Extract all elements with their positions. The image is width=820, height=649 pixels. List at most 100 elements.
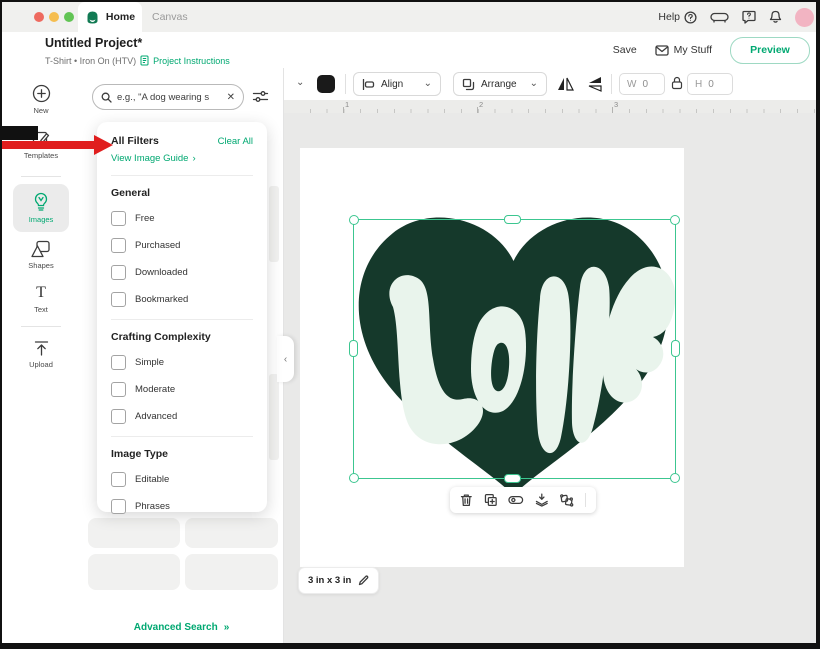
align-dropdown[interactable]: Align ⌄ (353, 72, 441, 96)
filter-option-label: Purchased (135, 240, 180, 251)
shapes-icon (31, 240, 51, 258)
filter-option-label: Phrases (135, 501, 170, 512)
filter-option-label: Advanced (135, 411, 177, 422)
panel-collapse-button[interactable]: ‹ (277, 336, 294, 382)
instructions-doc-icon (140, 55, 149, 66)
sidebar-item-new[interactable]: New (2, 84, 80, 115)
checkbox[interactable] (111, 472, 126, 487)
resize-handle-bottom-left[interactable] (349, 473, 359, 483)
filter-option-moderate[interactable]: Moderate (111, 382, 253, 397)
image-search-input[interactable]: e.g., "A dog wearing s ✕ (92, 84, 244, 110)
checkbox[interactable] (111, 238, 126, 253)
filter-option-label: Free (135, 213, 155, 224)
view-image-guide-link[interactable]: View Image Guide › (111, 153, 253, 164)
sidebar-item-images[interactable]: Images (13, 184, 69, 232)
resize-handle-bottom-right[interactable] (670, 473, 680, 483)
flip-vertical-icon[interactable] (587, 76, 604, 92)
resize-handle-middle-right[interactable] (671, 340, 680, 357)
delete-trash-icon[interactable] (460, 493, 473, 507)
checkbox[interactable] (111, 382, 126, 397)
sidebar-item-label: Text (34, 305, 48, 314)
checkbox[interactable] (111, 265, 126, 280)
envelope-icon (655, 45, 669, 56)
checkbox[interactable] (111, 499, 126, 514)
duplicate-icon[interactable] (484, 493, 498, 507)
flatten-icon[interactable] (535, 493, 549, 507)
selection-toolbar (450, 487, 596, 513)
filter-option-bookmarked[interactable]: Bookmarked (111, 292, 253, 307)
my-stuff-button[interactable]: My Stuff (655, 44, 712, 56)
sidebar-item-label: Upload (29, 360, 53, 369)
sidebar-item-upload[interactable]: Upload (2, 340, 80, 369)
filter-option-phrases[interactable]: Phrases (111, 499, 253, 514)
lock-icon[interactable] (671, 76, 683, 90)
image-placeholder-tile (185, 554, 278, 590)
edit-toolbar: ⌄ Align ⌄ Arrange ⌄ W 0 H 0 (283, 68, 816, 101)
resize-handle-middle-left[interactable] (349, 340, 358, 357)
sidebar-item-shapes[interactable]: Shapes (2, 240, 80, 270)
design-canvas[interactable]: 3 in x 3 in (283, 113, 816, 643)
clear-all-link[interactable]: Clear All (218, 136, 253, 147)
filter-option-editable[interactable]: Editable (111, 472, 253, 487)
advanced-search-link[interactable]: Advanced Search » (80, 611, 283, 643)
checkbox[interactable] (111, 211, 126, 226)
machine-icon[interactable] (710, 11, 729, 24)
chevron-down-icon[interactable]: ⌄ (296, 78, 304, 88)
filter-option-label: Downloaded (135, 267, 188, 278)
checkbox[interactable] (111, 355, 126, 370)
sidebar-item-text[interactable]: T Text (2, 284, 80, 314)
filter-option-downloaded[interactable]: Downloaded (111, 265, 253, 280)
my-stuff-label: My Stuff (674, 44, 712, 56)
size-badge[interactable]: 3 in x 3 in (298, 567, 379, 594)
hide-icon[interactable] (508, 495, 524, 505)
search-icon (101, 92, 112, 103)
filter-option-simple[interactable]: Simple (111, 355, 253, 370)
new-plus-icon (32, 84, 51, 103)
clear-search-icon[interactable]: ✕ (227, 92, 235, 103)
minimize-window-button[interactable] (49, 12, 59, 22)
filter-option-purchased[interactable]: Purchased (111, 238, 253, 253)
filter-option-label: Bookmarked (135, 294, 188, 305)
checkbox[interactable] (111, 292, 126, 307)
filter-option-advanced[interactable]: Advanced (111, 409, 253, 424)
flip-horizontal-icon[interactable] (557, 76, 574, 92)
text-tool-icon: T (36, 284, 46, 302)
search-placeholder: e.g., "A dog wearing s (117, 92, 222, 103)
tab-canvas-label: Canvas (152, 11, 188, 23)
checkbox[interactable] (111, 409, 126, 424)
images-lightbulb-icon (33, 192, 49, 212)
chevron-right-icon: › (192, 153, 195, 164)
close-window-button[interactable] (34, 12, 44, 22)
notifications-bell-icon[interactable] (769, 10, 782, 24)
help-menu[interactable]: Help (658, 11, 697, 24)
height-label: H (695, 79, 702, 90)
width-input[interactable]: W 0 (619, 73, 665, 95)
project-type-label: T-Shirt • Iron On (HTV) (45, 56, 136, 66)
maximize-window-button[interactable] (64, 12, 74, 22)
project-header: Untitled Project* T-Shirt • Iron On (HTV… (2, 32, 816, 68)
resize-handle-top-center[interactable] (504, 215, 521, 224)
project-instructions-link[interactable]: Project Instructions (153, 56, 230, 66)
color-swatch[interactable] (317, 75, 335, 93)
save-button[interactable]: Save (613, 44, 637, 56)
weld-icon[interactable] (559, 493, 574, 507)
resize-handle-top-left[interactable] (349, 215, 359, 225)
selection-bounding-box[interactable] (353, 219, 676, 479)
arrange-dropdown[interactable]: Arrange ⌄ (453, 72, 547, 96)
question-bubble-icon[interactable] (742, 10, 756, 24)
tab-home[interactable]: Home (78, 2, 142, 32)
sidebar-item-label: New (33, 106, 48, 115)
upload-icon (33, 340, 50, 357)
filter-option-free[interactable]: Free (111, 211, 253, 226)
user-avatar[interactable] (795, 8, 814, 27)
tab-canvas[interactable]: Canvas (152, 2, 188, 32)
height-input[interactable]: H 0 (687, 73, 733, 95)
width-value: 0 (642, 79, 648, 90)
align-icon (362, 79, 375, 90)
preview-button[interactable]: Preview (730, 37, 810, 64)
resize-handle-top-right[interactable] (670, 215, 680, 225)
size-badge-label: 3 in x 3 in (308, 575, 351, 586)
help-label: Help (658, 11, 680, 23)
resize-handle-bottom-center[interactable] (504, 474, 521, 483)
filter-tune-icon[interactable] (252, 89, 269, 104)
